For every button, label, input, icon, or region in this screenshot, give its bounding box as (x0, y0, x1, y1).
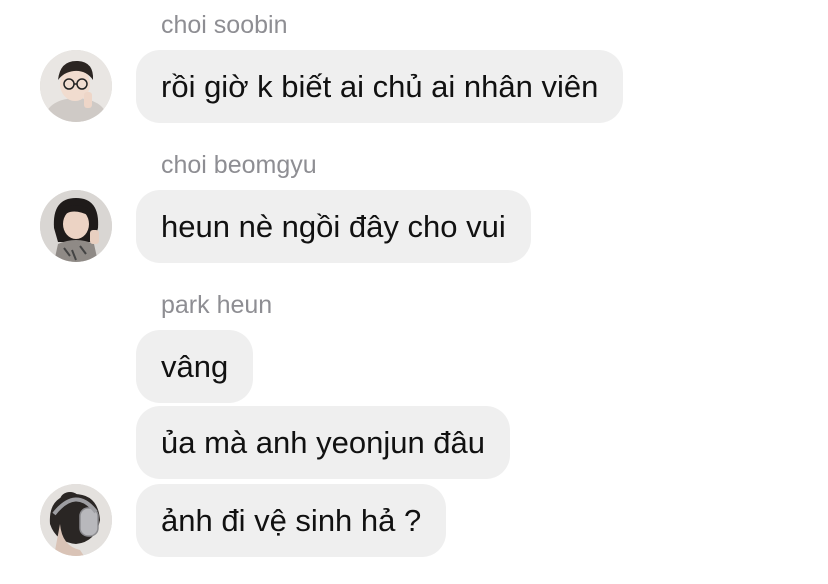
avatar-beomgyu-image (40, 190, 112, 262)
message-bubble[interactable]: heun nè ngồi đây cho vui (136, 190, 531, 263)
message-bubble[interactable]: rồi giờ k biết ai chủ ai nhân viên (136, 50, 624, 123)
sender-name-beomgyu: choi beomgyu (161, 151, 317, 179)
sender-name-heun: park heun (161, 291, 273, 319)
sender-name-soobin: choi soobin (161, 11, 288, 39)
avatar-heun[interactable] (40, 484, 112, 556)
avatar-heun-image (40, 484, 112, 556)
avatar-beomgyu[interactable] (40, 190, 112, 262)
message-bubble[interactable]: vâng (136, 330, 254, 403)
message-bubble[interactable]: ảnh đi vệ sinh hả ? (136, 484, 447, 557)
avatar-soobin[interactable] (40, 50, 112, 122)
message-bubble[interactable]: ủa mà anh yeonjun đâu (136, 406, 511, 479)
avatar-soobin-image (40, 50, 112, 122)
